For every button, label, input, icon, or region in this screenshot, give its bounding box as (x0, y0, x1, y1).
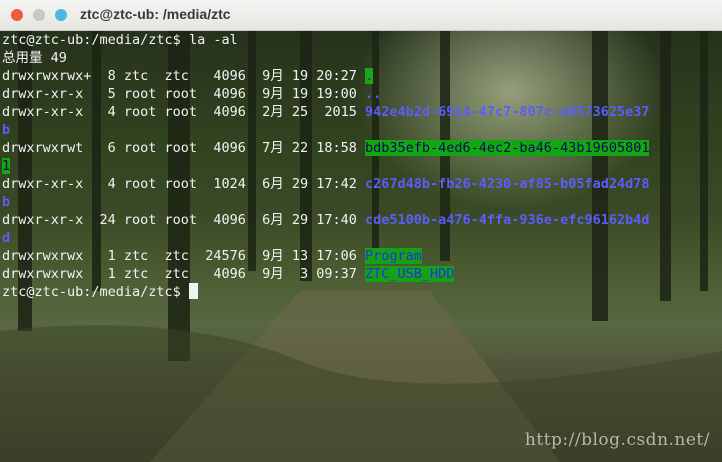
maximize-window-button[interactable] (55, 9, 67, 21)
dir-name: cde5100b-a476-4ffa-936e-efc96162b4d (365, 212, 650, 228)
list-item-wrap: b (2, 121, 10, 139)
dir-name: bdb35efb-4ed6-4ec2-ba46-43b19605801 (365, 140, 650, 156)
text-cursor (188, 283, 198, 299)
title-bar: ztc@ztc-ub: /media/ztc (0, 0, 722, 31)
file-meta: drwxrwxrwt 6 root root 4096 7月 22 18:58 (2, 140, 365, 156)
list-item-wrap: 1 (2, 157, 11, 175)
dir-name: ZTC_USB_HDD (365, 266, 455, 282)
prompt: ztc@ztc-ub:/media/ztc$ (2, 284, 181, 300)
prompt-line[interactable]: ztc@ztc-ub:/media/ztc$ (2, 283, 198, 301)
list-item-wrap: d (2, 229, 10, 247)
dir-name: Program (365, 248, 422, 264)
file-meta: drwxr-xr-x 5 root root 4096 9月 19 19:00 (2, 86, 365, 102)
file-meta: drwxrwxrwx 1 ztc ztc 4096 9月 3 09:37 (2, 266, 365, 282)
dir-name: 942e4b2d-6914-47c7-807c-e0573625e37 (365, 104, 650, 120)
list-item: drwxr-xr-x 4 root root 4096 2月 25 2015 9… (2, 103, 649, 121)
list-item-wrap: b (2, 193, 10, 211)
close-window-button[interactable] (11, 9, 23, 21)
list-item: drwxr-xr-x 4 root root 1024 6月 29 17:42 … (2, 175, 649, 193)
dir-name-wrap: d (2, 230, 11, 246)
total-line: 总用量 49 (2, 50, 67, 66)
file-meta: drwxrwxrwx 1 ztc ztc 24576 9月 13 17:06 (2, 248, 365, 264)
command-text: la -al (188, 32, 238, 48)
dir-name: c267d48b-fb26-4230-af85-b05fad24d78 (365, 176, 650, 192)
file-meta: drwxr-xr-x 4 root root 1024 6月 29 17:42 (2, 176, 365, 192)
file-meta: drwxr-xr-x 24 root root 4096 6月 29 17:40 (2, 212, 365, 228)
file-meta: drwxr-xr-x 4 root root 4096 2月 25 2015 (2, 104, 365, 120)
list-item: drwxrwxrwx+ 8 ztc ztc 4096 9月 19 20:27 . (2, 67, 374, 85)
prompt: ztc@ztc-ub:/media/ztc$ (2, 32, 181, 48)
window-title: ztc@ztc-ub: /media/ztc (80, 6, 231, 22)
dir-name-wrap: 1 (2, 158, 11, 174)
terminal-output: ztc@ztc-ub:/media/ztc$ la -al 总用量 49 drw… (0, 31, 722, 462)
terminal-area[interactable]: ztc@ztc-ub:/media/ztc$ la -al 总用量 49 drw… (0, 31, 722, 462)
list-item: drwxrwxrwt 6 root root 4096 7月 22 18:58 … (2, 139, 650, 157)
dir-name: . (365, 68, 374, 84)
list-item: drwxr-xr-x 24 root root 4096 6月 29 17:40… (2, 211, 649, 229)
dir-name-wrap: b (2, 122, 11, 138)
file-meta: drwxrwxrwx+ 8 ztc ztc 4096 9月 19 20:27 (2, 68, 365, 84)
list-item: drwxr-xr-x 5 root root 4096 9月 19 19:00 … (2, 85, 381, 103)
dir-name: .. (365, 86, 382, 102)
command-line: ztc@ztc-ub:/media/ztc$ la -al (2, 31, 238, 49)
dir-name-wrap: b (2, 194, 11, 210)
minimize-window-button[interactable] (33, 9, 45, 21)
watermark: http://blog.csdn.net/ (524, 430, 710, 450)
list-item: drwxrwxrwx 1 ztc ztc 4096 9月 3 09:37 ZTC… (2, 265, 455, 283)
list-item: drwxrwxrwx 1 ztc ztc 24576 9月 13 17:06 P… (2, 247, 422, 265)
